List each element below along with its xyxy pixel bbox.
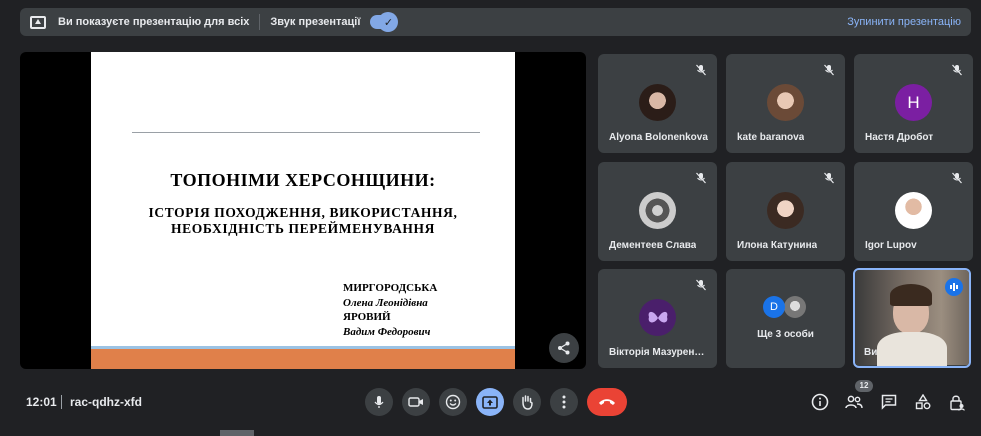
mic-off-icon bbox=[824, 64, 834, 76]
meeting-code: rac-qdhz-xfd bbox=[70, 395, 142, 409]
activities-button[interactable] bbox=[913, 392, 933, 412]
more-participants-tile[interactable]: D Ще 3 особи bbox=[726, 269, 845, 368]
participant-tile[interactable]: kate baranova bbox=[726, 54, 845, 153]
participant-name: Илона Катунина bbox=[737, 240, 818, 251]
slide-band-orange bbox=[91, 349, 515, 369]
mic-off-icon bbox=[824, 172, 834, 184]
photo-bw-icon bbox=[639, 192, 676, 229]
mic-off-icon bbox=[696, 172, 706, 184]
slide-subtitle-line1: ІСТОРІЯ ПОХОДЖЕННЯ, ВИКОРИСТАННЯ, bbox=[148, 205, 458, 220]
camera-button[interactable] bbox=[402, 388, 430, 416]
reactions-button[interactable] bbox=[439, 388, 467, 416]
stop-presenting-button[interactable]: Зупинити презентацію bbox=[847, 16, 961, 28]
author1-surname: МИРГОРОДСЬКА bbox=[343, 282, 438, 294]
microphone-icon bbox=[374, 396, 384, 408]
participant-tile[interactable]: Илона Катунина bbox=[726, 162, 845, 261]
author1-name: Олена Леонідівна bbox=[343, 296, 428, 309]
self-hair bbox=[890, 284, 932, 306]
self-name: Ви bbox=[864, 347, 878, 358]
self-tile[interactable]: Ви bbox=[853, 268, 971, 368]
people-icon bbox=[845, 395, 863, 409]
participant-tile[interactable]: Дементеев Слава bbox=[598, 162, 717, 261]
present-screen-icon bbox=[30, 15, 46, 29]
photo-girl-light-hair-icon bbox=[767, 84, 804, 121]
presenting-status-text: Ви показуєте презентацію для всіх bbox=[58, 16, 250, 28]
presentation-sound-toggle[interactable]: ✓ bbox=[370, 12, 399, 32]
more-vert-icon bbox=[562, 395, 566, 409]
letter-avatar: H bbox=[895, 84, 932, 121]
participant-tile[interactable]: Вікторія Мазурен… bbox=[598, 269, 717, 368]
photo-avatar-icon bbox=[784, 296, 806, 318]
divider bbox=[259, 14, 261, 30]
participant-name: Настя Дробот bbox=[865, 132, 934, 143]
emoji-icon bbox=[445, 394, 461, 410]
shapes-icon bbox=[915, 394, 931, 410]
presentation-stage: ТОПОНІМИ ХЕРСОНЩИНИ: ІСТОРІЯ ПОХОДЖЕННЯ,… bbox=[20, 52, 586, 369]
more-options-button[interactable] bbox=[550, 388, 578, 416]
taskbar-fragment bbox=[220, 430, 254, 436]
mic-off-icon bbox=[952, 64, 962, 76]
author2-name: Вадим Федорович bbox=[343, 325, 431, 338]
slide-authors: МИРГОРОДСЬКА Олена Леонідівна ЯРОВИЙ Вад… bbox=[343, 281, 437, 339]
photo-man-icon bbox=[895, 192, 932, 229]
divider bbox=[61, 395, 62, 409]
letter-avatar: D bbox=[763, 296, 785, 318]
mic-off-icon bbox=[952, 172, 962, 184]
avatar-letter: H bbox=[907, 92, 920, 112]
butterfly-icon bbox=[639, 299, 676, 336]
chat-button[interactable] bbox=[879, 392, 899, 412]
mic-off-icon bbox=[696, 279, 706, 291]
presentation-slide: ТОПОНІМИ ХЕРСОНЩИНИ: ІСТОРІЯ ПОХОДЖЕННЯ,… bbox=[91, 52, 515, 369]
present-button[interactable] bbox=[476, 388, 504, 416]
mic-off-icon bbox=[696, 64, 706, 76]
participant-tile[interactable]: H Настя Дробот bbox=[854, 54, 973, 153]
participant-name: Дементеев Слава bbox=[609, 240, 697, 251]
more-participants-label: Ще 3 особи bbox=[757, 329, 814, 340]
hang-up-icon bbox=[599, 399, 615, 405]
meeting-time: 12:01 bbox=[26, 395, 57, 409]
self-shoulders bbox=[877, 332, 947, 366]
slide-rule bbox=[132, 132, 480, 133]
participant-name: kate baranova bbox=[737, 132, 805, 143]
raise-hand-button[interactable] bbox=[513, 388, 541, 416]
chat-icon bbox=[881, 394, 897, 410]
photo-girl-icon bbox=[767, 192, 804, 229]
participant-name: Alyona Bolonenkova bbox=[609, 132, 708, 143]
author2-surname: ЯРОВИЙ bbox=[343, 311, 391, 323]
meeting-details-button[interactable] bbox=[810, 392, 830, 412]
share-icon[interactable] bbox=[549, 333, 579, 363]
microphone-button[interactable] bbox=[365, 388, 393, 416]
slide-subtitle-line2: НЕОБХІДНІСТЬ ПЕРЕЙМЕНУВАННЯ bbox=[171, 221, 435, 236]
speaking-indicator-icon bbox=[945, 278, 963, 296]
host-controls-button[interactable] bbox=[947, 392, 967, 412]
meeting-controls-bar: 12:01 rac-qdhz-xfd 12 bbox=[0, 380, 981, 424]
hand-icon bbox=[522, 395, 533, 410]
participant-name: Вікторія Мазурен… bbox=[609, 347, 705, 358]
present-screen-icon bbox=[482, 395, 498, 409]
slide-title: ТОПОНІМИ ХЕРСОНЩИНИ: bbox=[170, 170, 436, 190]
presenting-banner: Ви показуєте презентацію для всіх Звук п… bbox=[20, 8, 971, 36]
participant-tile[interactable]: Igor Lupov bbox=[854, 162, 973, 261]
info-icon bbox=[811, 393, 829, 411]
participant-tile[interactable]: Alyona Bolonenkova bbox=[598, 54, 717, 153]
photo-girl-dark-hair-icon bbox=[639, 84, 676, 121]
camera-icon bbox=[408, 397, 423, 407]
people-button[interactable] bbox=[844, 392, 864, 412]
participant-count-badge: 12 bbox=[855, 380, 873, 392]
participant-name: Igor Lupov bbox=[865, 240, 917, 251]
leave-call-button[interactable] bbox=[587, 388, 627, 416]
avatar-letter: D bbox=[770, 301, 778, 313]
check-icon: ✓ bbox=[378, 12, 399, 32]
lock-person-icon bbox=[950, 395, 965, 411]
sound-label: Звук презентації bbox=[270, 16, 361, 28]
